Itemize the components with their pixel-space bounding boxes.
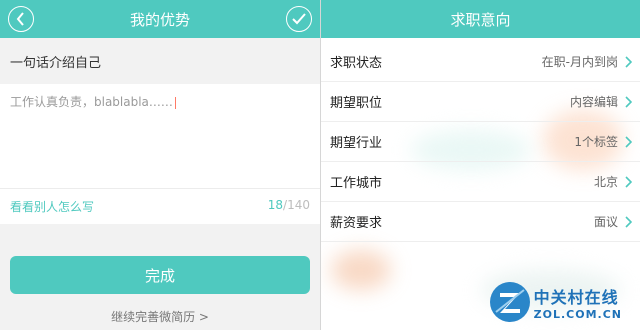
finish-button[interactable]: 完成 <box>10 256 310 294</box>
blurred-background <box>331 250 391 290</box>
row-value: 北京 <box>593 175 618 189</box>
chevron-right-icon <box>625 56 632 68</box>
chevron-left-icon <box>16 12 24 26</box>
character-counter: 18/140 <box>268 198 310 212</box>
row-expected-position[interactable]: 期望职位 内容编辑 <box>321 82 640 122</box>
row-value: 面议 <box>593 215 618 229</box>
counter-current: 18 <box>267 198 284 212</box>
zol-z-icon <box>490 283 529 321</box>
back-button[interactable] <box>8 6 34 32</box>
row-label: 期望行业 <box>330 136 383 151</box>
row-job-status[interactable]: 求职状态 在职-月内到岗 <box>321 42 640 82</box>
row-work-city[interactable]: 工作城市 北京 <box>321 162 640 202</box>
row-value: 1个标签 <box>574 135 618 149</box>
watermark-name-en: ZOL.COM.CN <box>533 307 622 321</box>
see-examples-link[interactable]: 看看别人怎么写 <box>10 198 94 215</box>
page-title: 我的优势 <box>129 10 190 29</box>
zol-watermark: 中关村在线 ZOL.COM.CN <box>489 282 622 322</box>
divider <box>0 188 320 189</box>
chevron-right-icon <box>625 136 632 148</box>
page-title: 求职意向 <box>450 10 511 29</box>
watermark-name-cn: 中关村在线 <box>533 287 619 307</box>
confirm-button[interactable] <box>286 6 312 32</box>
intention-list: 求职状态 在职-月内到岗 期望职位 内容编辑 期望行业 1个标签 工作城市 北京… <box>321 42 640 242</box>
row-label: 期望职位 <box>330 96 383 111</box>
nav-bar: 求职意向 <box>321 0 640 38</box>
watermark-text: 中关村在线 ZOL.COM.CN <box>534 284 622 321</box>
text-caret <box>174 96 176 109</box>
chevron-right-icon <box>625 176 632 188</box>
checkmark-icon <box>292 13 306 25</box>
textarea-text: 工作认真负责，blablabla…… <box>10 95 173 109</box>
row-label: 薪资要求 <box>330 216 383 231</box>
row-salary[interactable]: 薪资要求 面议 <box>321 202 640 242</box>
advantage-panel: 我的优势 一句话介绍自己 工作认真负责，blablabla…… 看看别人怎么写 … <box>0 0 320 330</box>
continue-resume-link[interactable]: 继续完善微简历 > <box>0 308 320 325</box>
row-label: 工作城市 <box>330 176 383 191</box>
row-value: 内容编辑 <box>569 95 618 109</box>
counter-max: 140 <box>287 198 310 212</box>
nav-bar: 我的优势 <box>0 0 320 38</box>
row-value: 在职-月内到岗 <box>541 55 618 69</box>
chevron-right-icon <box>625 96 632 108</box>
section-label: 一句话介绍自己 <box>10 55 102 71</box>
chevron-right-icon <box>625 216 632 228</box>
row-expected-industry[interactable]: 期望行业 1个标签 <box>321 122 640 162</box>
zol-logo-icon <box>489 282 530 322</box>
textarea-value[interactable]: 工作认真负责，blablabla…… <box>10 92 310 112</box>
job-intention-panel: 求职意向 求职状态 在职-月内到岗 期望职位 内容编辑 期望行业 1个标签 工作… <box>321 0 640 330</box>
row-label: 求职状态 <box>330 56 383 71</box>
